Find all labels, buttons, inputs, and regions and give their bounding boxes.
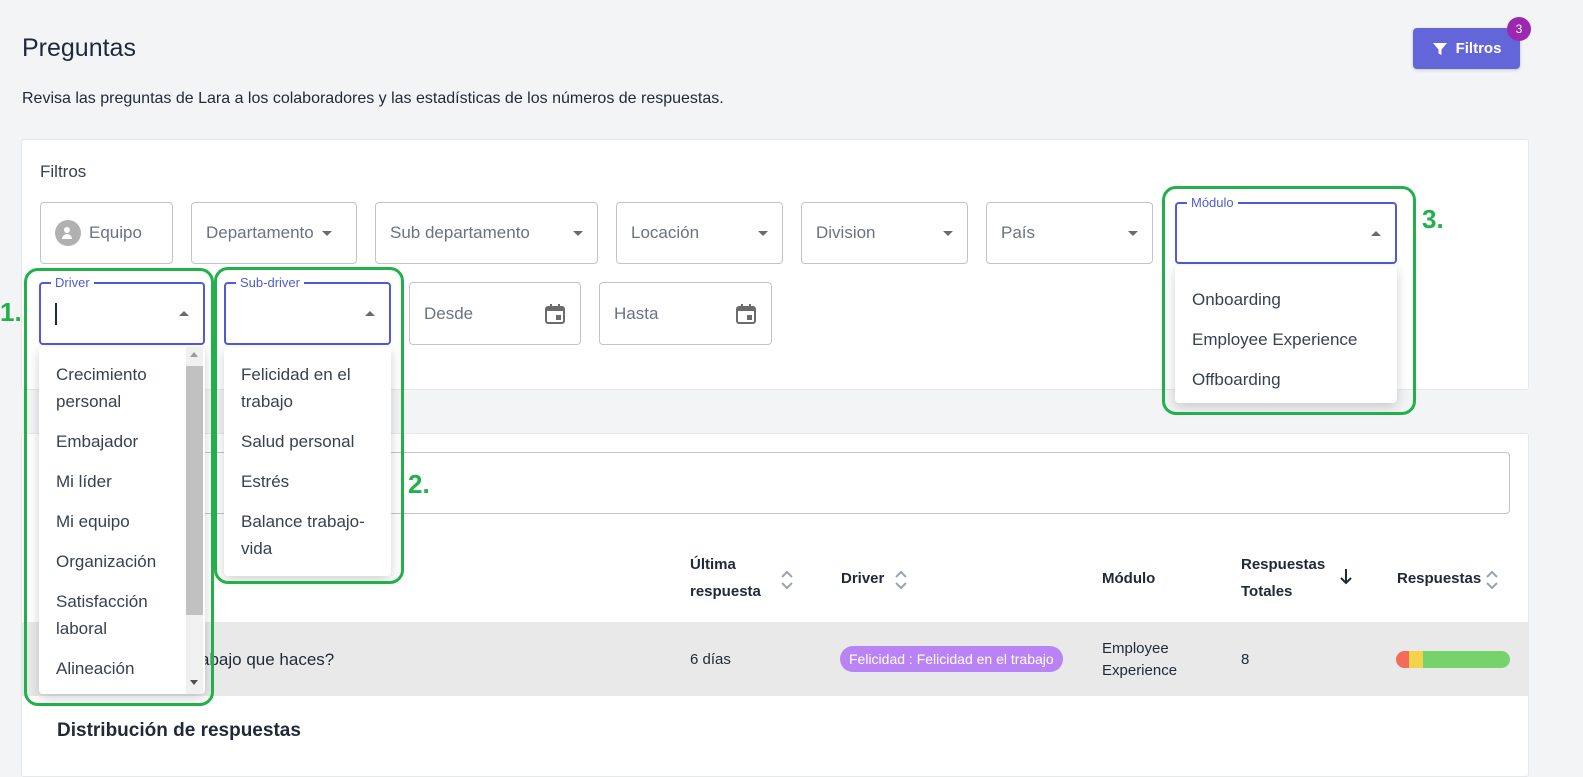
annotation-box-driver: [24, 268, 214, 706]
team-filter[interactable]: Equipo: [40, 202, 173, 264]
filters-button-label: Filtros: [1455, 40, 1502, 57]
annotation-box-subdriver: [214, 267, 404, 584]
department-label: Departamento: [206, 223, 314, 242]
annotation-number-1: 1.: [0, 297, 22, 327]
col-header-total-responses[interactable]: Respuestas Totales: [1241, 551, 1336, 605]
driver-chip: Felicidad : Felicidad en el trabajo: [840, 646, 1063, 672]
chevron-down-icon: [758, 230, 768, 236]
last-response-value: 6 días: [690, 651, 731, 668]
filter-icon: [1432, 42, 1447, 55]
chevron-down-icon: [943, 230, 953, 236]
chevron-down-icon: [321, 230, 332, 236]
bar-yellow: [1409, 651, 1423, 668]
col-header-last-response[interactable]: Última respuesta: [690, 551, 780, 605]
sort-icon[interactable]: [779, 568, 795, 592]
team-filter-label: Equipo: [89, 223, 142, 242]
distribution-title: Distribución de respuestas: [57, 720, 301, 741]
annotation-box-module: [1162, 186, 1416, 415]
responses-bar: [1396, 651, 1510, 668]
chevron-down-icon: [1128, 230, 1138, 236]
division-label: Division: [816, 223, 876, 242]
date-from-label: Desde: [424, 303, 474, 323]
module-value: Employee Experience: [1102, 640, 1178, 679]
division-select[interactable]: Division: [801, 202, 968, 264]
sort-icon[interactable]: [893, 568, 909, 592]
annotation-number-2: 2.: [408, 469, 430, 499]
question-text: abajo que haces?: [200, 650, 335, 669]
sort-icon[interactable]: [1484, 568, 1500, 592]
country-label: País: [1001, 223, 1036, 242]
department-select[interactable]: Departamento: [191, 202, 357, 264]
country-select[interactable]: País: [986, 202, 1153, 264]
bar-green: [1423, 651, 1510, 668]
col-header-responses[interactable]: Respuestas: [1397, 565, 1481, 592]
page-title: Preguntas: [22, 34, 136, 62]
date-from-field[interactable]: Desde: [409, 282, 581, 345]
filters-heading: Filtros: [40, 162, 87, 181]
col-header-label: Última respuesta: [690, 556, 761, 600]
col-header-module: Módulo: [1102, 570, 1156, 587]
sub-department-select[interactable]: Sub departamento: [375, 202, 598, 264]
date-to-field[interactable]: Hasta: [599, 282, 772, 345]
table-row[interactable]: abajo que haces? 6 días Felicidad : Feli…: [22, 622, 1528, 696]
col-header-driver[interactable]: Driver: [841, 565, 884, 592]
filter-count-badge: 3: [1507, 17, 1531, 41]
chevron-down-icon: [573, 230, 583, 236]
calendar-icon[interactable]: [544, 303, 566, 325]
date-to-label: Hasta: [614, 303, 659, 323]
location-select[interactable]: Locación: [616, 202, 783, 264]
calendar-icon[interactable]: [735, 303, 757, 325]
page-subtitle: Revisa las preguntas de Lara a los colab…: [22, 90, 724, 107]
sub-department-label: Sub departamento: [390, 223, 530, 242]
annotation-number-3: 3.: [1422, 204, 1444, 234]
bar-red: [1396, 651, 1409, 668]
team-icon: [55, 220, 81, 246]
location-label: Locación: [631, 223, 700, 242]
total-responses-value: 8: [1241, 651, 1250, 668]
sort-desc-icon[interactable]: [1338, 567, 1354, 587]
filters-button[interactable]: Filtros: [1413, 28, 1520, 69]
